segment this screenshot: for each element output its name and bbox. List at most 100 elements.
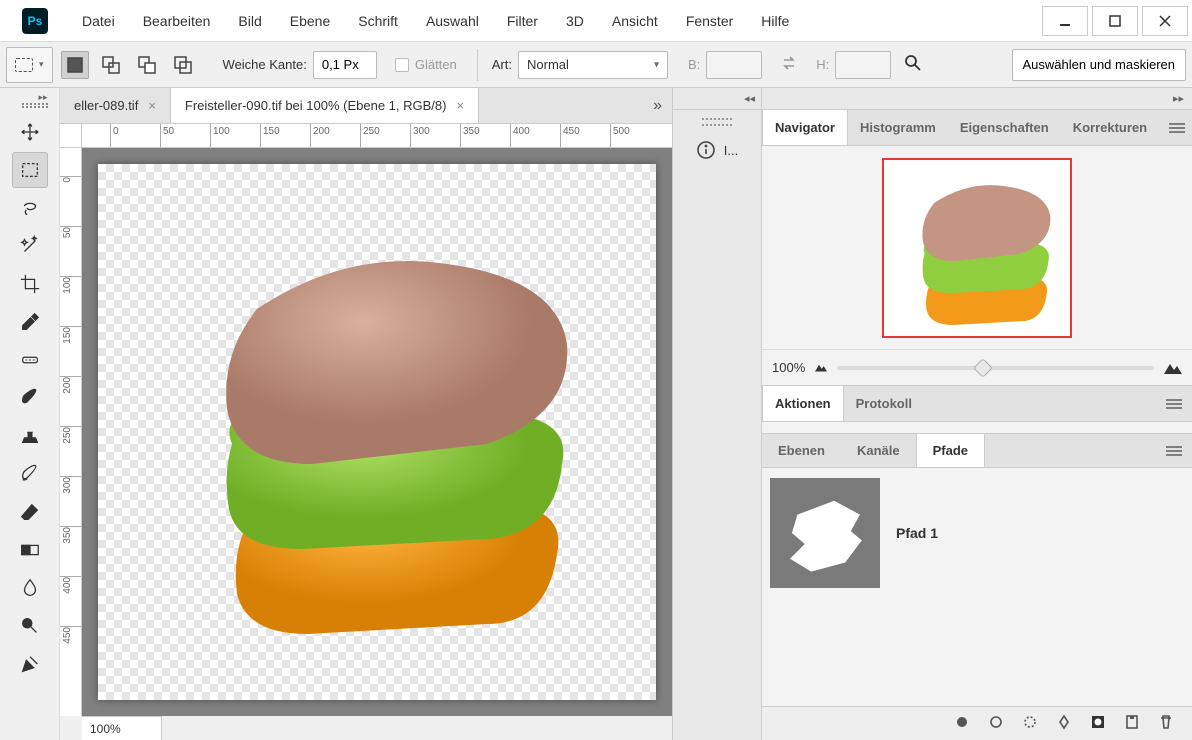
gradient-tool[interactable]	[12, 532, 48, 568]
document-tab-label: Freisteller-090.tif bei 100% (Ebene 1, R…	[185, 98, 447, 113]
panels-collapse-button[interactable]: ▸▸	[762, 88, 1192, 110]
midstrip-collapse-button[interactable]: ◂◂	[673, 88, 761, 110]
select-and-mask-button[interactable]: Auswählen und maskieren	[1012, 49, 1186, 81]
navigator-zoom-slider[interactable]	[837, 366, 1154, 370]
lasso-tool[interactable]	[12, 190, 48, 226]
add-mask-button[interactable]	[1090, 714, 1106, 733]
width-label: B:	[688, 57, 700, 72]
rectangular-marquee-tool[interactable]	[12, 152, 48, 188]
midstrip-grip[interactable]	[702, 118, 732, 126]
menu-layer[interactable]: Ebene	[276, 0, 344, 42]
selection-to-path-button[interactable]	[1056, 714, 1072, 733]
tab-histogram[interactable]: Histogramm	[848, 110, 948, 145]
pen-tool[interactable]	[12, 646, 48, 682]
ruler-horizontal[interactable]: 0 50 100 150 200 250 300 350 400 450 500	[82, 124, 672, 148]
navigator-zoom-bar: 100%	[762, 349, 1192, 385]
path-to-selection-button[interactable]	[1022, 714, 1038, 733]
document-tab-0[interactable]: eller-089.tif ×	[60, 88, 171, 123]
document-tab-label: eller-089.tif	[74, 98, 138, 113]
swap-dimensions-button[interactable]	[780, 54, 798, 75]
window-close-button[interactable]	[1142, 6, 1188, 36]
eyedropper-tool[interactable]	[12, 304, 48, 340]
tool-preset-dropdown[interactable]: ▾	[6, 47, 53, 83]
move-tool[interactable]	[12, 114, 48, 150]
crop-tool[interactable]	[12, 266, 48, 302]
right-panels: ▸▸ Navigator Histogramm Eigenschaften Ko…	[762, 88, 1192, 740]
info-mini-panel[interactable]: I...	[673, 134, 761, 166]
menu-help[interactable]: Hilfe	[747, 0, 803, 42]
panel-menu-icon[interactable]	[1159, 110, 1192, 145]
menu-select[interactable]: Auswahl	[412, 0, 493, 42]
main-area: ▸▸ eller-089.tif × Freisteller-090.tif b…	[0, 88, 1192, 740]
window-maximize-button[interactable]	[1092, 6, 1138, 36]
canvas[interactable]	[98, 164, 656, 700]
menu-window[interactable]: Fenster	[672, 0, 747, 42]
zoom-in-icon[interactable]	[1164, 362, 1182, 374]
blur-tool[interactable]	[12, 570, 48, 606]
navigator-zoom-value[interactable]: 100%	[772, 360, 805, 375]
navigator-frame[interactable]	[882, 158, 1072, 338]
delete-path-button[interactable]	[1158, 714, 1174, 733]
tab-paths[interactable]: Pfade	[916, 434, 985, 467]
status-bar[interactable]: 100%	[82, 716, 162, 740]
ruler-vertical[interactable]: 0 50 100 150 200 250 300 350 400 450	[60, 148, 82, 716]
tab-channels[interactable]: Kanäle	[841, 434, 916, 467]
image-content-pillows	[137, 194, 617, 674]
feather-input[interactable]	[313, 51, 377, 79]
menu-image[interactable]: Bild	[224, 0, 275, 42]
tab-navigator[interactable]: Navigator	[762, 110, 848, 145]
menu-filter[interactable]: Filter	[493, 0, 552, 42]
menu-type[interactable]: Schrift	[344, 0, 412, 42]
dodge-tool[interactable]	[12, 608, 48, 644]
fill-path-button[interactable]	[954, 714, 970, 733]
paths-panel: Pfad 1	[762, 468, 1192, 740]
path-item[interactable]: Pfad 1	[770, 478, 1184, 588]
new-path-button[interactable]	[1124, 714, 1140, 733]
navigator-preview[interactable]	[762, 146, 1192, 349]
selection-add-button[interactable]	[97, 51, 125, 79]
selection-subtract-button[interactable]	[133, 51, 161, 79]
feather-label: Weiche Kante:	[223, 57, 307, 72]
document-tabs: eller-089.tif × Freisteller-090.tif bei …	[60, 88, 672, 124]
brush-tool[interactable]	[12, 380, 48, 416]
zoom-out-icon[interactable]	[815, 363, 827, 372]
tab-actions[interactable]: Aktionen	[762, 386, 844, 421]
menu-file[interactable]: Datei	[68, 0, 129, 42]
menu-bar: Ps Datei Bearbeiten Bild Ebene Schrift A…	[0, 0, 1192, 42]
refine-edge-icon[interactable]	[903, 53, 923, 76]
close-icon[interactable]: ×	[148, 98, 156, 113]
tabs-overflow-button[interactable]: »	[643, 88, 672, 123]
antialias-checkbox[interactable]	[395, 58, 409, 72]
close-icon[interactable]: ×	[456, 98, 464, 113]
chevron-down-icon: ▾	[39, 59, 44, 70]
menu-3d[interactable]: 3D	[552, 0, 598, 42]
canvas-viewport[interactable]	[82, 148, 672, 716]
eraser-tool[interactable]	[12, 494, 48, 530]
stroke-path-button[interactable]	[988, 714, 1004, 733]
healing-brush-tool[interactable]	[12, 342, 48, 378]
paths-footer	[762, 706, 1192, 740]
history-brush-tool[interactable]	[12, 456, 48, 492]
panel-menu-icon[interactable]	[1156, 434, 1192, 467]
document-tab-1[interactable]: Freisteller-090.tif bei 100% (Ebene 1, R…	[171, 88, 479, 123]
paths-list: Pfad 1	[762, 468, 1192, 706]
tab-properties[interactable]: Eigenschaften	[948, 110, 1061, 145]
window-minimize-button[interactable]	[1042, 6, 1088, 36]
selection-intersect-button[interactable]	[169, 51, 197, 79]
tab-adjustments[interactable]: Korrekturen	[1061, 110, 1159, 145]
tools-collapse-handle[interactable]: ▸▸	[12, 92, 48, 108]
menu-edit[interactable]: Bearbeiten	[129, 0, 225, 42]
ruler-origin[interactable]	[60, 124, 82, 148]
magic-wand-tool[interactable]	[12, 228, 48, 264]
tools-palette: ▸▸	[0, 88, 60, 740]
panel-menu-icon[interactable]	[1156, 386, 1192, 421]
tab-layers[interactable]: Ebenen	[762, 434, 841, 467]
selection-new-button[interactable]	[61, 51, 89, 79]
info-mini-label: I...	[724, 143, 738, 158]
app-logo: Ps	[22, 8, 48, 34]
menu-view[interactable]: Ansicht	[598, 0, 672, 42]
clone-stamp-tool[interactable]	[12, 418, 48, 454]
style-select[interactable]: Normal	[518, 51, 668, 79]
tab-history[interactable]: Protokoll	[844, 386, 924, 421]
marquee-preview-icon	[15, 58, 33, 72]
